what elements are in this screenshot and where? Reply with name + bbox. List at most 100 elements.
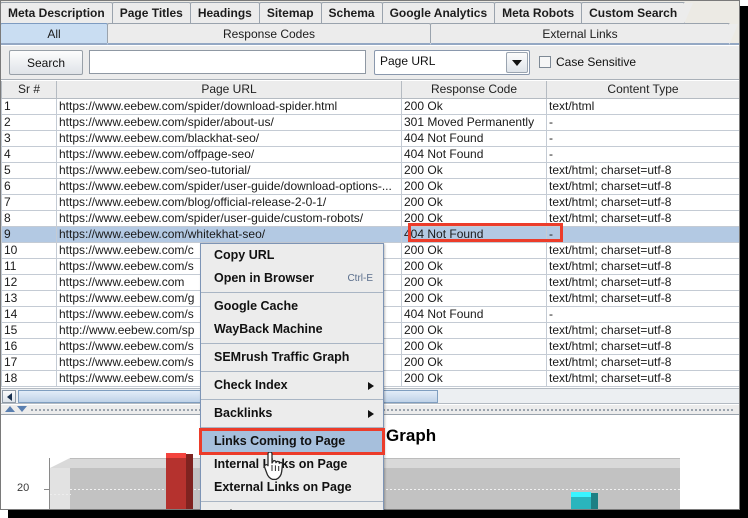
cell-page-url[interactable]: https://www.eebew.com/spider/user-guide/…: [56, 178, 402, 195]
cell-page-url[interactable]: https://www.eebew.com/blog/official-rele…: [56, 194, 402, 211]
column-header-content-type[interactable]: Content Type: [546, 81, 739, 99]
cell-sr[interactable]: 12: [1, 274, 57, 291]
cell-content-type[interactable]: text/html; charset=utf-8: [546, 274, 739, 291]
cell-response-code[interactable]: 200 Ok: [401, 162, 547, 179]
cell-content-type[interactable]: text/html; charset=utf-8: [546, 162, 739, 179]
cell-page-url[interactable]: https://www.eebew.com/spider/download-sp…: [56, 98, 402, 115]
cell-sr[interactable]: 4: [1, 146, 57, 163]
cell-sr[interactable]: 11: [1, 258, 57, 275]
cell-response-code[interactable]: 404 Not Found: [401, 130, 547, 147]
cell-sr[interactable]: 1: [1, 98, 57, 115]
cell-content-type[interactable]: -: [546, 130, 739, 147]
tab-page-titles[interactable]: Page Titles: [111, 2, 199, 24]
scroll-left-arrow-icon[interactable]: [2, 390, 16, 403]
cell-content-type[interactable]: text/html; charset=utf-8: [546, 338, 739, 355]
cell-sr[interactable]: 8: [1, 210, 57, 227]
cell-response-code[interactable]: 200 Ok: [401, 194, 547, 211]
menu-item-backlinks[interactable]: Backlinks: [201, 402, 383, 425]
table-row[interactable]: 3 https://www.eebew.com/blackhat-seo/404 …: [1, 130, 739, 147]
menu-item-wayback-machine[interactable]: WayBack Machine: [201, 318, 383, 341]
search-input[interactable]: [89, 50, 366, 74]
cell-sr[interactable]: 5: [1, 162, 57, 179]
tab-sitemap[interactable]: Sitemap: [258, 2, 330, 24]
cell-response-code[interactable]: 200 Ok: [401, 322, 547, 339]
column-header-response-code[interactable]: Response Code: [401, 81, 547, 99]
table-row[interactable]: 2 https://www.eebew.com/spider/about-us/3…: [1, 114, 739, 131]
tab-all[interactable]: All: [0, 23, 116, 45]
cell-page-url[interactable]: https://www.eebew.com/offpage-seo/: [56, 146, 402, 163]
cell-content-type[interactable]: text/html; charset=utf-8: [546, 242, 739, 259]
tab-external-links[interactable]: External Links: [430, 23, 738, 45]
table-row[interactable]: 7 https://www.eebew.com/blog/official-rel…: [1, 194, 739, 211]
cell-content-type[interactable]: text/html; charset=utf-8: [546, 258, 739, 275]
menu-item-copy-url[interactable]: Copy URL: [201, 244, 383, 267]
menu-item-open-in-browser[interactable]: Open in Browser Ctrl-E: [201, 267, 383, 290]
row-context-menu[interactable]: Copy URL Open in Browser Ctrl-E Google Cach…: [199, 243, 385, 518]
search-button[interactable]: Search: [9, 50, 83, 75]
cell-content-type[interactable]: -: [546, 114, 739, 131]
cell-content-type[interactable]: text/html; charset=utf-8: [546, 194, 739, 211]
cell-response-code[interactable]: 404 Not Found: [401, 146, 547, 163]
cell-response-code[interactable]: 200 Ok: [401, 258, 547, 275]
cell-sr[interactable]: 7: [1, 194, 57, 211]
cell-sr[interactable]: 16: [1, 338, 57, 355]
cell-content-type[interactable]: text/html; charset=utf-8: [546, 370, 739, 387]
splitter-collapse-up-icon[interactable]: [5, 406, 15, 412]
menu-item-check-index[interactable]: Check Index: [201, 374, 383, 397]
cell-sr[interactable]: 14: [1, 306, 57, 323]
cell-content-type[interactable]: text/html; charset=utf-8: [546, 322, 739, 339]
cell-page-url[interactable]: https://www.eebew.com/seo-tutorial/: [56, 162, 402, 179]
cell-sr[interactable]: 6: [1, 178, 57, 195]
cell-content-type[interactable]: -: [546, 146, 739, 163]
cell-sr[interactable]: 17: [1, 354, 57, 371]
cell-response-code[interactable]: 200 Ok: [401, 210, 547, 227]
cell-sr[interactable]: 2: [1, 114, 57, 131]
search-field-select[interactable]: Page URL: [374, 50, 530, 75]
cell-response-code[interactable]: 200 Ok: [401, 370, 547, 387]
menu-item-external-links-on-page[interactable]: External Links on Page: [201, 476, 383, 499]
cell-response-code[interactable]: 404 Not Found: [401, 306, 547, 323]
menu-item-google-cache[interactable]: Google Cache: [201, 295, 383, 318]
tab-custom-search[interactable]: Custom Search: [581, 2, 694, 24]
menu-item-semrush-traffic-graph[interactable]: SEMrush Traffic Graph: [201, 346, 383, 369]
column-header-page-url[interactable]: Page URL: [56, 81, 402, 99]
menu-item-internal-links-on-page[interactable]: Internal Links on Page: [201, 453, 383, 476]
cell-sr[interactable]: 3: [1, 130, 57, 147]
cell-content-type[interactable]: text/html; charset=utf-8: [546, 178, 739, 195]
cell-response-code[interactable]: 404 Not Found: [401, 226, 547, 243]
table-row[interactable]: 6 https://www.eebew.com/spider/user-guide…: [1, 178, 739, 195]
tab-meta-robots[interactable]: Meta Robots: [494, 2, 591, 24]
cell-response-code[interactable]: 200 Ok: [401, 354, 547, 371]
cell-content-type[interactable]: text/html; charset=utf-8: [546, 210, 739, 227]
table-row[interactable]: 4 https://www.eebew.com/offpage-seo/404 N…: [1, 146, 739, 163]
cell-page-url[interactable]: https://www.eebew.com/whitekhat-seo/: [56, 226, 402, 243]
table-row[interactable]: 1 https://www.eebew.com/spider/download-s…: [1, 98, 739, 115]
cell-sr[interactable]: 15: [1, 322, 57, 339]
cell-page-url[interactable]: https://www.eebew.com/spider/about-us/: [56, 114, 402, 131]
tab-schema[interactable]: Schema: [320, 2, 391, 24]
checkbox-box-icon[interactable]: [539, 56, 551, 68]
cell-response-code[interactable]: 301 Moved Permanently: [401, 114, 547, 131]
cell-sr[interactable]: 18: [1, 370, 57, 387]
table-row[interactable]: 9 https://www.eebew.com/whitekhat-seo/404…: [1, 226, 739, 243]
splitter-collapse-down-icon[interactable]: [17, 406, 27, 412]
cell-response-code[interactable]: 200 Ok: [401, 178, 547, 195]
cell-content-type[interactable]: text/html; charset=utf-8: [546, 290, 739, 307]
cell-content-type[interactable]: -: [546, 226, 739, 243]
tab-headings[interactable]: Headings: [189, 2, 268, 24]
cell-content-type[interactable]: text/html: [546, 98, 739, 115]
tab-meta-description[interactable]: Meta Description: [0, 2, 121, 24]
cell-response-code[interactable]: 200 Ok: [401, 98, 547, 115]
column-header-sr[interactable]: Sr #: [1, 81, 57, 99]
cell-response-code[interactable]: 200 Ok: [401, 338, 547, 355]
cell-response-code[interactable]: 200 Ok: [401, 242, 547, 259]
cell-content-type[interactable]: text/html; charset=utf-8: [546, 354, 739, 371]
cell-sr[interactable]: 13: [1, 290, 57, 307]
cell-sr[interactable]: 10: [1, 242, 57, 259]
table-row[interactable]: 8 https://www.eebew.com/spider/user-guide…: [1, 210, 739, 227]
cell-page-url[interactable]: https://www.eebew.com/spider/user-guide/…: [56, 210, 402, 227]
cell-page-url[interactable]: https://www.eebew.com/blackhat-seo/: [56, 130, 402, 147]
chevron-down-icon[interactable]: [506, 52, 528, 73]
tab-response-codes[interactable]: Response Codes: [107, 23, 439, 45]
case-sensitive-checkbox[interactable]: Case Sensitive: [539, 55, 636, 69]
